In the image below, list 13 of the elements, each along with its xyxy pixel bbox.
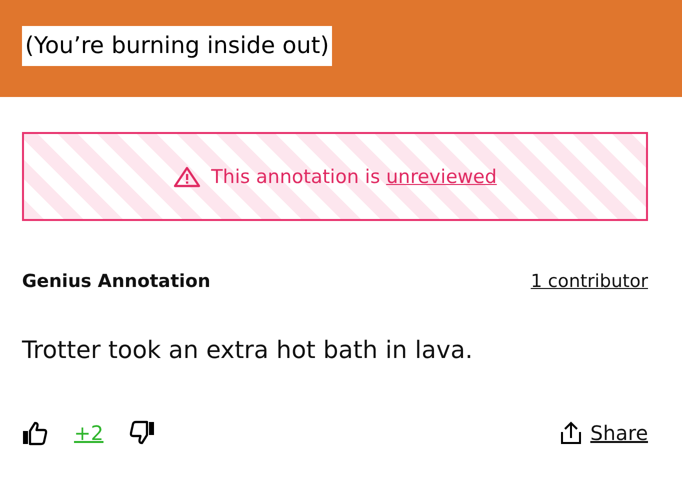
thumbs-up-icon bbox=[22, 420, 48, 446]
contributor-link[interactable]: 1 contributor bbox=[530, 271, 648, 292]
unreviewed-link[interactable]: unreviewed bbox=[386, 166, 497, 188]
thumbs-down-icon bbox=[129, 420, 156, 446]
annotation-text: Trotter took an extra hot bath in lava. bbox=[22, 336, 474, 364]
upvote-button[interactable] bbox=[22, 420, 48, 446]
notice-text: This annotation is unreviewed bbox=[211, 166, 497, 188]
lyric-text[interactable]: (You’re burning inside out) bbox=[22, 26, 332, 66]
annotation-label: Genius Annotation bbox=[22, 271, 210, 292]
share-button[interactable]: Share bbox=[560, 421, 648, 445]
warning-icon bbox=[173, 166, 202, 188]
share-icon bbox=[560, 421, 582, 445]
downvote-button[interactable] bbox=[129, 420, 156, 446]
